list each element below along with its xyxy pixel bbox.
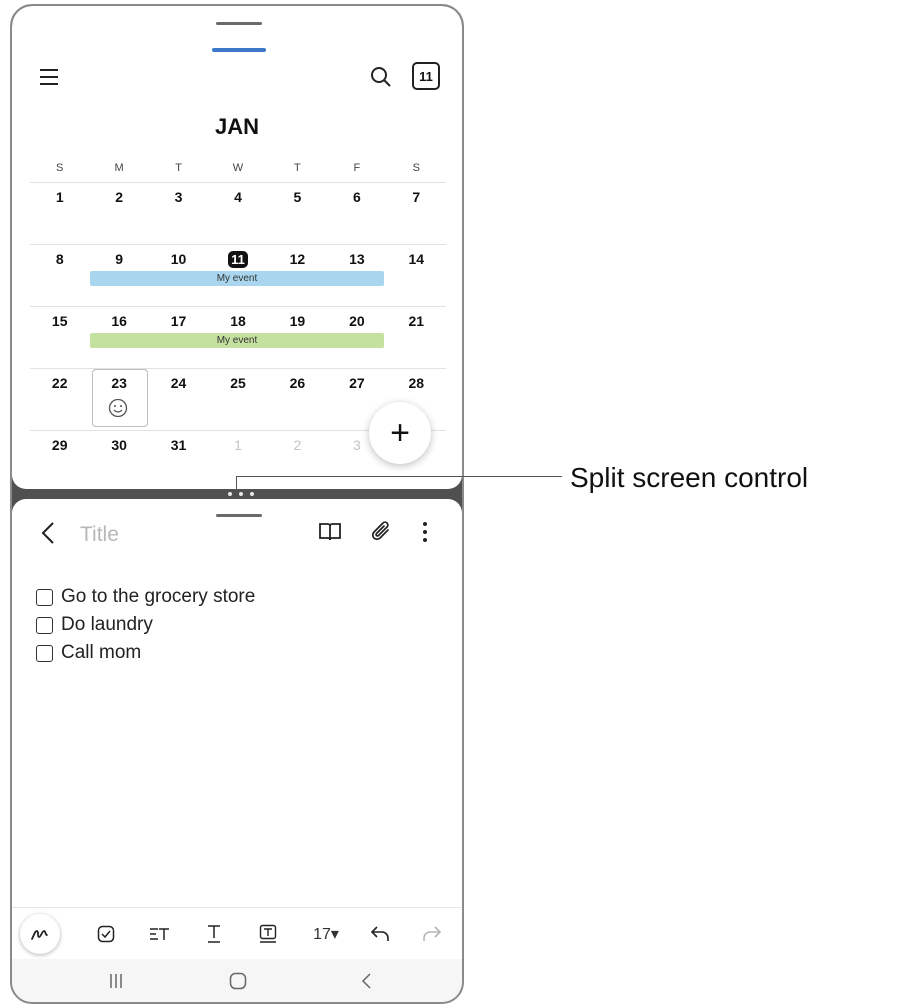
back-arrow-icon[interactable]	[36, 519, 60, 547]
smiley-sticker-icon	[108, 398, 128, 421]
menu-icon[interactable]	[36, 64, 62, 90]
system-navigation-bar	[12, 959, 462, 1002]
day-cell-selected[interactable]: 23	[89, 369, 149, 430]
weekday-label: S	[56, 162, 64, 174]
callout-label: Split screen control	[570, 462, 809, 493]
weekday-label: T	[175, 162, 182, 174]
day-cell[interactable]: 29	[30, 431, 89, 492]
today-marker: 11	[228, 251, 248, 268]
home-icon[interactable]	[218, 965, 258, 997]
weekday-label: T	[294, 162, 301, 174]
checklist-item: Call mom	[36, 639, 255, 667]
window-handle[interactable]	[216, 22, 262, 25]
book-icon[interactable]	[316, 519, 344, 545]
notes-pane: Title Go to the grocery store Do laundry	[12, 499, 462, 1002]
weekday-label: M	[114, 162, 124, 174]
text-format-icon[interactable]	[198, 916, 230, 952]
search-icon[interactable]	[368, 64, 394, 90]
day-cell[interactable]: 2	[89, 183, 148, 244]
day-cell[interactable]: 24	[149, 369, 208, 430]
day-cell[interactable]: 25	[208, 369, 267, 430]
day-cell[interactable]: 5	[268, 183, 327, 244]
paperclip-icon[interactable]	[368, 519, 394, 545]
day-cell-next-month[interactable]: 1	[208, 431, 267, 492]
weekday-label: W	[232, 162, 244, 174]
checklist-item-text[interactable]: Do laundry	[61, 614, 153, 636]
day-cell[interactable]: 8	[30, 245, 89, 306]
day-cell[interactable]: 3	[149, 183, 208, 244]
event-bar[interactable]: My event	[90, 271, 384, 286]
day-cell[interactable]: 6	[327, 183, 386, 244]
day-cell[interactable]: 7	[387, 183, 446, 244]
today-button[interactable]: 11	[412, 62, 440, 90]
checklist-item-text[interactable]: Call mom	[61, 642, 141, 664]
handle-dot	[239, 492, 243, 496]
redo-icon[interactable]	[416, 916, 448, 952]
checkbox[interactable]	[36, 588, 53, 606]
checkbox-icon[interactable]	[90, 916, 122, 952]
day-cell[interactable]: 4	[208, 183, 267, 244]
day-cell-next-month[interactable]: 2	[268, 431, 327, 492]
weekday-header: S M T W T F S	[30, 162, 446, 174]
day-cell[interactable]: 30	[89, 431, 148, 492]
undo-icon[interactable]	[364, 916, 396, 952]
checklist-item-text[interactable]: Go to the grocery store	[61, 586, 255, 608]
text-box-icon[interactable]	[252, 916, 284, 952]
handle-dot	[250, 492, 254, 496]
day-cell[interactable]: 15	[30, 307, 89, 368]
month-title: JAN	[214, 114, 259, 139]
calendar-week: 1 2 3 4 5 6 7	[30, 182, 446, 244]
recent-apps-icon[interactable]	[96, 965, 136, 997]
app-drag-handle[interactable]	[212, 48, 266, 52]
more-options-icon[interactable]	[416, 519, 434, 545]
event-bar[interactable]: My event	[90, 333, 384, 348]
font-size-dropdown[interactable]: 17▾	[302, 916, 350, 952]
day-cell[interactable]: 1	[30, 183, 89, 244]
add-event-button[interactable]: +	[369, 402, 431, 464]
checklist-item: Go to the grocery store	[36, 583, 255, 611]
handle-dot	[228, 492, 232, 496]
day-cell[interactable]: 31	[149, 431, 208, 492]
note-header: Title	[12, 499, 462, 559]
day-cell[interactable]: 21	[387, 307, 446, 368]
note-title-field[interactable]: Title	[80, 523, 119, 547]
callout-leader-line	[236, 476, 562, 477]
paragraph-style-icon[interactable]	[142, 916, 178, 952]
phone-frame: 11 JAN S M T W T F S 1 2 3 4 5 6 7 8 9 1…	[10, 4, 464, 1004]
formatting-toolbar: 17▾	[12, 907, 462, 959]
day-cell[interactable]: 22	[30, 369, 89, 430]
handwriting-pen-icon[interactable]	[20, 914, 60, 954]
checklist: Go to the grocery store Do laundry Call …	[36, 583, 255, 667]
checkbox[interactable]	[36, 644, 53, 662]
split-screen-handle[interactable]	[221, 491, 261, 497]
weekday-label: S	[412, 162, 420, 174]
back-nav-icon[interactable]	[346, 965, 386, 997]
weekday-label: F	[353, 162, 361, 174]
callout-leader-vertical	[236, 476, 237, 492]
checkbox[interactable]	[36, 616, 53, 634]
day-cell[interactable]: 14	[387, 245, 446, 306]
day-cell[interactable]: 26	[268, 369, 327, 430]
checklist-item: Do laundry	[36, 611, 255, 639]
calendar-pane: 11 JAN S M T W T F S 1 2 3 4 5 6 7 8 9 1…	[12, 6, 462, 489]
